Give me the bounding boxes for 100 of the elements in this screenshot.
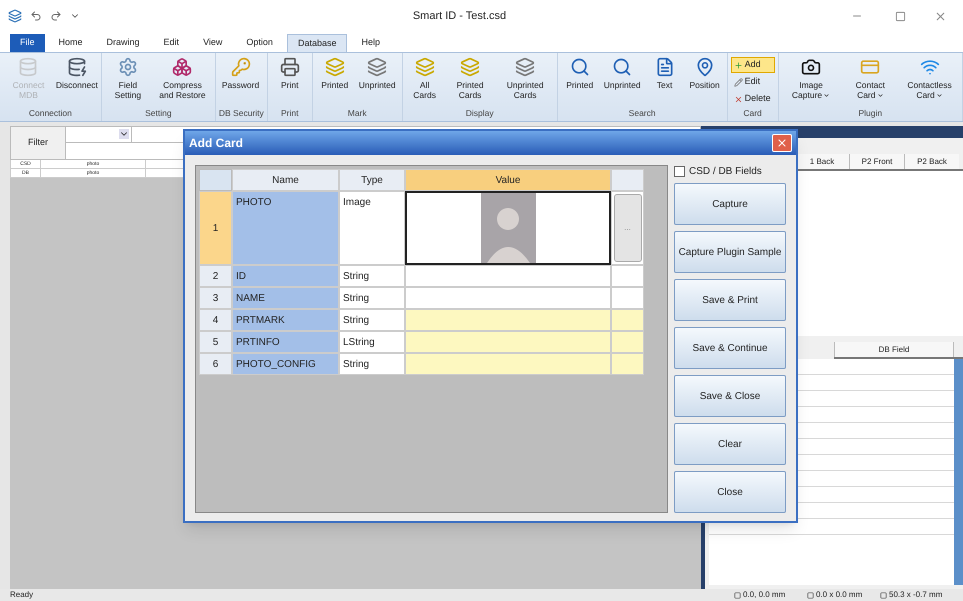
search-icon [570, 57, 590, 77]
group-label: Setting [144, 107, 173, 120]
pencil-icon [734, 78, 743, 86]
dropdown-caret-icon [876, 92, 884, 100]
row-header[interactable]: 5 [199, 331, 232, 353]
ribbon-tab[interactable]: View [193, 34, 232, 52]
table-cell: NAME [232, 287, 339, 309]
group-label: Plugin [857, 107, 884, 120]
dialog-button[interactable]: Capture [674, 183, 786, 225]
maximize-icon[interactable] [895, 10, 906, 22]
filter-dropdown[interactable] [66, 127, 132, 143]
row-header[interactable]: 4 [199, 309, 232, 331]
ribbon-button[interactable]: Image Capture [782, 57, 840, 100]
group-label: Mark [346, 107, 368, 120]
ribbon-button[interactable]: Printed [316, 57, 354, 90]
dialog-button[interactable]: Capture Plugin Sample [674, 231, 786, 273]
dialog-button[interactable]: Close [674, 471, 786, 513]
value-field[interactable] [405, 265, 611, 287]
group-label: Display [464, 107, 495, 120]
close-button[interactable] [772, 134, 792, 152]
ribbon-button[interactable]: Unprinted [600, 57, 644, 90]
ribbon-button[interactable]: Unprinted Cards [496, 57, 554, 100]
table-cell: PHOTO [232, 191, 339, 265]
column-header[interactable]: Type [339, 169, 405, 191]
table-cell: PRTMARK [232, 309, 339, 331]
dialog-button[interactable]: Clear [674, 423, 786, 465]
delete-icon [734, 94, 743, 104]
table-cell: String [339, 353, 405, 375]
ribbon-button[interactable]: Field Setting [104, 57, 152, 100]
ribbon-button[interactable]: Compress and Restore [153, 57, 212, 100]
database-icon [18, 57, 38, 77]
value-field[interactable] [405, 353, 611, 375]
group-label: Connection [28, 107, 73, 120]
size-readout: 0.0 x 0.0 mm [816, 589, 864, 601]
cards-icon [324, 57, 345, 77]
table-cell: String [339, 265, 405, 287]
add-icon [734, 60, 743, 70]
ribbon-tab[interactable]: File [10, 34, 45, 52]
status-text: Ready [10, 589, 34, 601]
preview-tab[interactable]: P2 Back [904, 154, 959, 169]
ribbon-button[interactable]: Contact Card [842, 57, 898, 100]
cards-icon [414, 57, 435, 77]
ribbon-button[interactable]: All Cards [406, 57, 444, 100]
ribbon-button[interactable]: Position [686, 57, 724, 90]
key-icon [230, 57, 251, 77]
row-header[interactable]: 3 [199, 287, 232, 309]
dialog-button[interactable]: Save & Continue [674, 327, 786, 369]
value-field[interactable] [405, 309, 611, 331]
ribbon-button[interactable]: Contactless Card [900, 57, 959, 100]
dropdown-caret-icon [823, 92, 830, 100]
ribbon-small-button[interactable]: Delete [730, 91, 775, 107]
value-field[interactable] [405, 287, 611, 309]
ribbon-tab[interactable]: Help [351, 34, 390, 52]
field-tab[interactable]: DB Field [834, 342, 954, 357]
ribbon-small-button[interactable]: Edit [730, 74, 775, 90]
app-logo-icon [8, 9, 22, 23]
column-header[interactable]: Name [232, 169, 339, 191]
table-cell: ID [232, 265, 339, 287]
table-cell: String [339, 287, 405, 309]
row-header[interactable]: 1 [199, 191, 232, 265]
dropdown-caret-icon [936, 92, 943, 100]
group-label: DB Security [218, 107, 264, 120]
column-header[interactable]: Value [405, 169, 611, 191]
ribbon-button[interactable]: Password [218, 57, 262, 90]
ribbon-tab[interactable]: Drawing [96, 34, 150, 52]
position-readout: 0.0, 0.0 mm [743, 589, 786, 601]
ribbon-small-button[interactable]: Add [730, 57, 775, 73]
ribbon-button[interactable]: Unprinted [356, 57, 399, 90]
gear-icon [118, 57, 138, 77]
photo-placeholder [480, 193, 536, 263]
value-field[interactable] [405, 331, 611, 353]
ribbon-tab[interactable]: Option [236, 34, 283, 52]
chevron-icon [119, 129, 129, 139]
printer-icon [280, 57, 300, 77]
ribbon-tab[interactable]: Home [48, 34, 93, 52]
ribbon-tab[interactable]: Edit [154, 34, 190, 52]
row-header[interactable]: 6 [199, 353, 232, 375]
redo-icon[interactable] [50, 10, 62, 22]
ribbon-button[interactable]: Printed [560, 57, 599, 90]
search-icon [612, 57, 632, 77]
ribbon-button[interactable]: Printed Cards [446, 57, 495, 100]
cards-icon [367, 57, 388, 77]
dialog-button[interactable]: Save & Close [674, 375, 786, 417]
database-icon [66, 57, 87, 77]
ribbon-button[interactable]: Text [646, 57, 684, 90]
close-icon[interactable] [934, 10, 947, 22]
checkbox[interactable] [674, 166, 685, 176]
dialog-button[interactable]: Save & Print [674, 279, 786, 321]
preview-tab[interactable]: P2 Front [849, 154, 904, 169]
cards-icon [515, 57, 536, 77]
table-cell: LString [339, 331, 405, 353]
group-label: Search [628, 107, 657, 120]
scrollbar[interactable] [954, 359, 963, 585]
undo-icon[interactable] [30, 10, 42, 22]
ribbon-button[interactable]: Disconnect [56, 57, 98, 90]
window-title: Smart ID - Test.csd [412, 8, 506, 24]
row-header[interactable]: 2 [199, 265, 232, 287]
ribbon-button[interactable]: Print [270, 57, 309, 90]
ribbon-tab[interactable]: Database [286, 34, 348, 52]
cards-icon [460, 57, 480, 77]
